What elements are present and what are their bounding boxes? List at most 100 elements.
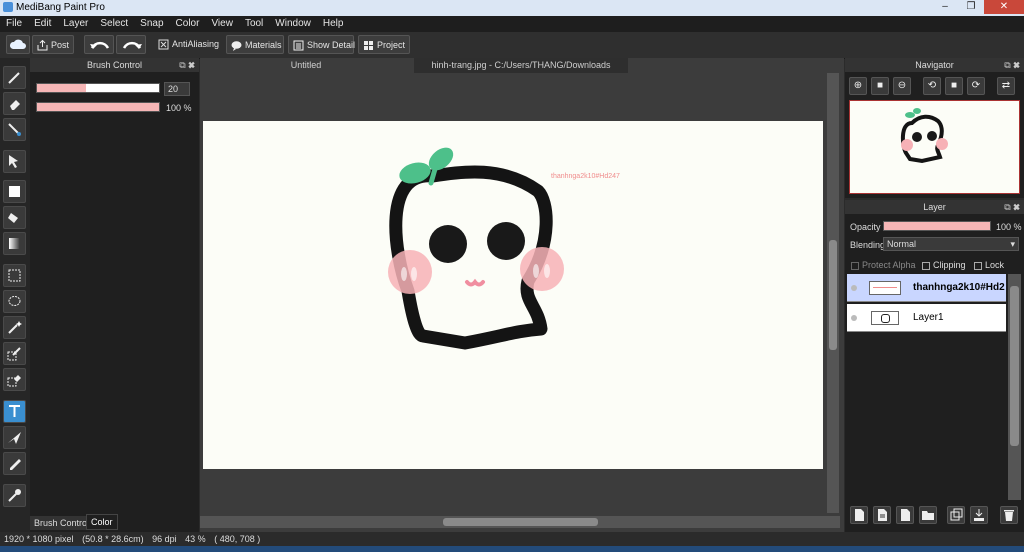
select-eraser-tool[interactable] bbox=[3, 368, 26, 391]
gradient-tool[interactable] bbox=[3, 232, 26, 255]
flip-icon[interactable]: ⇄ bbox=[997, 77, 1015, 95]
project-button[interactable]: Project bbox=[358, 35, 410, 54]
navigator-preview[interactable] bbox=[849, 100, 1020, 194]
layer-opacity-slider[interactable] bbox=[883, 221, 991, 231]
visibility-eye-icon[interactable] bbox=[851, 285, 857, 291]
undo-button[interactable] bbox=[84, 35, 114, 54]
lasso-icon bbox=[8, 296, 21, 306]
drawing-canvas[interactable]: thanhnga2k10#Hd247 bbox=[203, 121, 823, 469]
operation-tool[interactable] bbox=[3, 426, 26, 449]
divide-tool[interactable] bbox=[3, 452, 26, 475]
menu-window[interactable]: Window bbox=[269, 16, 317, 32]
maximize-icon[interactable]: ❐ bbox=[958, 0, 984, 14]
pen-icon bbox=[8, 72, 20, 84]
new-1bit-layer-button[interactable] bbox=[896, 506, 914, 524]
menu-color[interactable]: Color bbox=[170, 16, 206, 32]
show-detail-button[interactable]: Show Detail bbox=[288, 35, 355, 54]
tool-palette bbox=[0, 58, 30, 532]
close-icon[interactable]: ✕ bbox=[984, 0, 1024, 14]
os-taskbar bbox=[0, 546, 1024, 552]
panel-float-close-icon[interactable]: ⧉ ✖ bbox=[1004, 58, 1020, 72]
cloud-button[interactable] bbox=[6, 35, 30, 54]
text-tool[interactable] bbox=[3, 400, 26, 423]
vertical-scrollbar[interactable] bbox=[827, 73, 839, 513]
panel-float-close-icon[interactable]: ⧉ ✖ bbox=[179, 58, 195, 72]
brush-tool[interactable] bbox=[3, 66, 26, 89]
page-lines-icon bbox=[878, 509, 887, 521]
protect-alpha-checkbox[interactable]: Protect Alpha bbox=[851, 260, 916, 270]
vertical-scroll-thumb[interactable] bbox=[829, 240, 837, 350]
window-title: MediBang Paint Pro bbox=[16, 2, 105, 13]
blending-select[interactable]: Normal ▾ bbox=[883, 237, 1019, 251]
redo-button[interactable] bbox=[116, 35, 146, 54]
bucket-tool[interactable] bbox=[3, 206, 26, 229]
merge-down-button[interactable] bbox=[970, 506, 988, 524]
new-layer-button[interactable] bbox=[850, 506, 868, 524]
menu-snap[interactable]: Snap bbox=[134, 16, 169, 32]
menu-tool[interactable]: Tool bbox=[239, 16, 269, 32]
layer-scroll-thumb[interactable] bbox=[1010, 286, 1019, 446]
select-pen-tool[interactable] bbox=[3, 342, 26, 365]
layer-scrollbar[interactable] bbox=[1008, 274, 1021, 500]
menu-layer[interactable]: Layer bbox=[57, 16, 94, 32]
eyedropper-icon bbox=[8, 489, 21, 502]
panel-float-close-icon[interactable]: ⧉ ✖ bbox=[1004, 200, 1020, 214]
magic-wand-tool[interactable] bbox=[3, 316, 26, 339]
visibility-eye-icon[interactable] bbox=[851, 315, 857, 321]
tab-untitled[interactable]: Untitled bbox=[200, 58, 412, 73]
delete-layer-button[interactable] bbox=[1000, 506, 1018, 524]
image-size-cm: (50.8 * 28.6cm) bbox=[82, 534, 144, 544]
brush-opacity-slider[interactable] bbox=[36, 102, 160, 112]
magic-wand-icon bbox=[8, 321, 22, 334]
new-page-icon bbox=[855, 509, 864, 521]
horizontal-scrollbar[interactable] bbox=[200, 516, 840, 528]
minimize-icon[interactable]: – bbox=[932, 0, 958, 14]
layer-thumbnail bbox=[869, 281, 901, 295]
tab-color[interactable]: Color bbox=[86, 514, 118, 530]
fill-rect-tool[interactable] bbox=[3, 180, 26, 203]
duplicate-layer-button[interactable] bbox=[947, 506, 965, 524]
tab-hinh-trang[interactable]: hinh-trang.jpg - C:/Users/THANG/Download… bbox=[414, 58, 628, 73]
zoom-in-icon[interactable]: ⊕ bbox=[849, 77, 867, 95]
move-tool[interactable] bbox=[3, 150, 26, 173]
menu-view[interactable]: View bbox=[205, 16, 239, 32]
tab-brush-control[interactable]: Brush Control bbox=[30, 516, 94, 530]
rotate-right-icon[interactable]: ⟳ bbox=[967, 77, 985, 95]
clipping-checkbox[interactable]: Clipping bbox=[922, 260, 966, 270]
dot-tool[interactable] bbox=[3, 118, 26, 141]
menu-help[interactable]: Help bbox=[317, 16, 350, 32]
layer-row[interactable]: thanhnga2k10#Hd2 bbox=[847, 274, 1006, 302]
new-halftone-layer-button[interactable] bbox=[873, 506, 891, 524]
lock-checkbox[interactable]: Lock bbox=[974, 260, 1004, 270]
materials-button[interactable]: Materials bbox=[226, 35, 284, 54]
zoom-out-icon[interactable]: ⊖ bbox=[893, 77, 911, 95]
eraser-tool[interactable] bbox=[3, 92, 26, 115]
cursor-position: ( 480, 708 ) bbox=[214, 534, 261, 544]
pencil-icon bbox=[10, 459, 21, 470]
gradient-icon bbox=[9, 238, 20, 249]
share-icon bbox=[37, 40, 48, 51]
eyedropper-tool[interactable] bbox=[3, 484, 26, 507]
rect-select-tool[interactable] bbox=[3, 264, 26, 287]
layer-row[interactable]: Layer1 bbox=[847, 304, 1006, 332]
fit-icon[interactable]: ■ bbox=[871, 77, 889, 95]
paper-plane-icon bbox=[8, 432, 21, 444]
reset-rotation-icon[interactable]: ■ bbox=[945, 77, 963, 95]
rotate-left-icon[interactable]: ⟲ bbox=[923, 77, 941, 95]
menu-file[interactable]: File bbox=[0, 16, 28, 32]
post-button[interactable]: Post bbox=[32, 35, 74, 54]
antialiasing-toggle[interactable]: AntiAliasing bbox=[154, 35, 219, 54]
chevron-down-icon: ▾ bbox=[1010, 239, 1015, 249]
horizontal-scroll-thumb[interactable] bbox=[443, 518, 598, 526]
bucket-icon bbox=[8, 213, 18, 223]
brush-size-slider[interactable] bbox=[36, 83, 160, 93]
brush-size-value[interactable]: 20 bbox=[164, 82, 190, 96]
lasso-tool[interactable] bbox=[3, 290, 26, 313]
navigator-panel: Navigator ⧉ ✖ ⊕ ■ ⊖ ⟲ ■ ⟳ ⇄ bbox=[845, 58, 1024, 198]
menu-edit[interactable]: Edit bbox=[28, 16, 57, 32]
new-folder-button[interactable] bbox=[919, 506, 937, 524]
select-pen-icon bbox=[7, 347, 21, 361]
watermark-text: thanhnga2k10#Hd247 bbox=[551, 173, 620, 180]
speech-bubble-icon bbox=[231, 41, 242, 52]
menu-select[interactable]: Select bbox=[94, 16, 134, 32]
